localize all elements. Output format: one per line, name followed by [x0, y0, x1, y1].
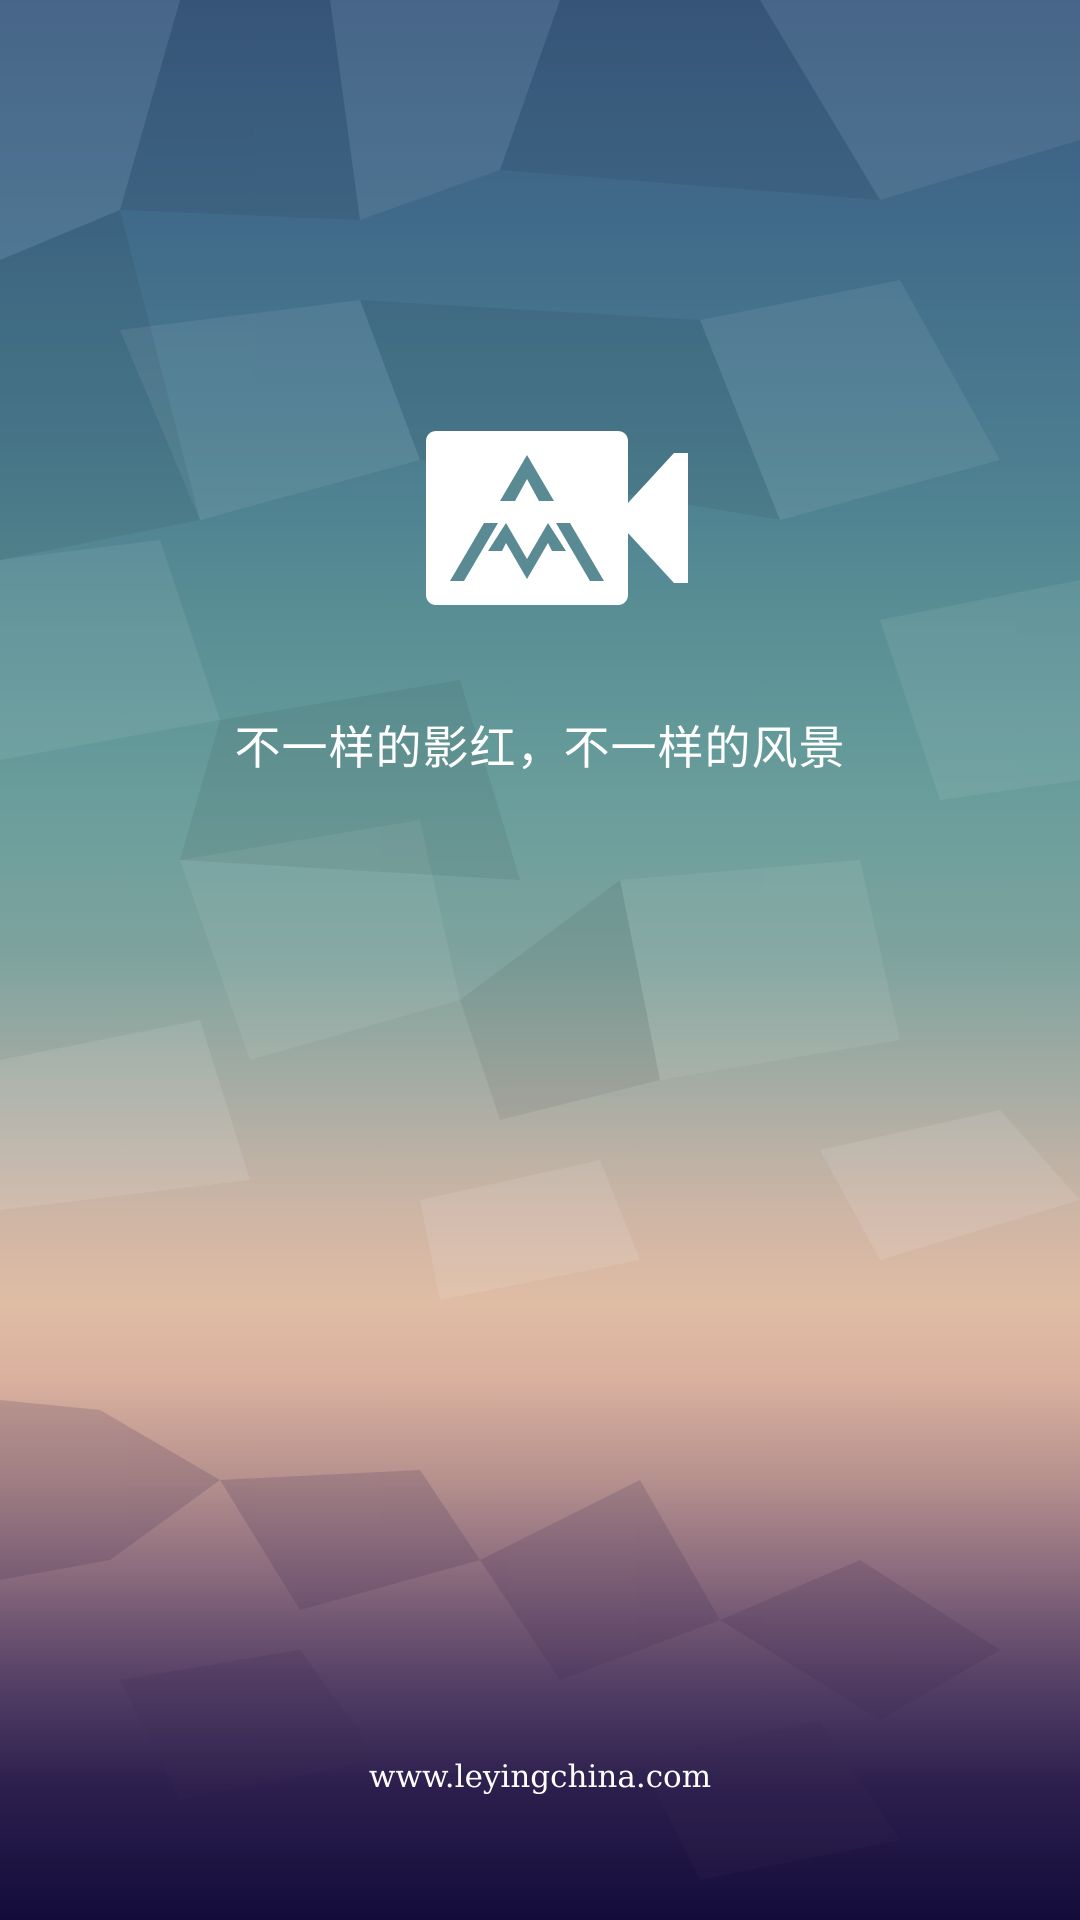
splash-screen: 不一样的影红，不一样的风景 www.leyingchina.com	[0, 0, 1080, 1920]
slogan-tagline: 不一样的影红，不一样的风景	[234, 721, 846, 775]
low-poly-landscape-background	[0, 0, 1080, 1880]
website-url: www.leyingchina.com	[368, 1759, 712, 1795]
video-camera-logo-icon	[426, 431, 688, 605]
